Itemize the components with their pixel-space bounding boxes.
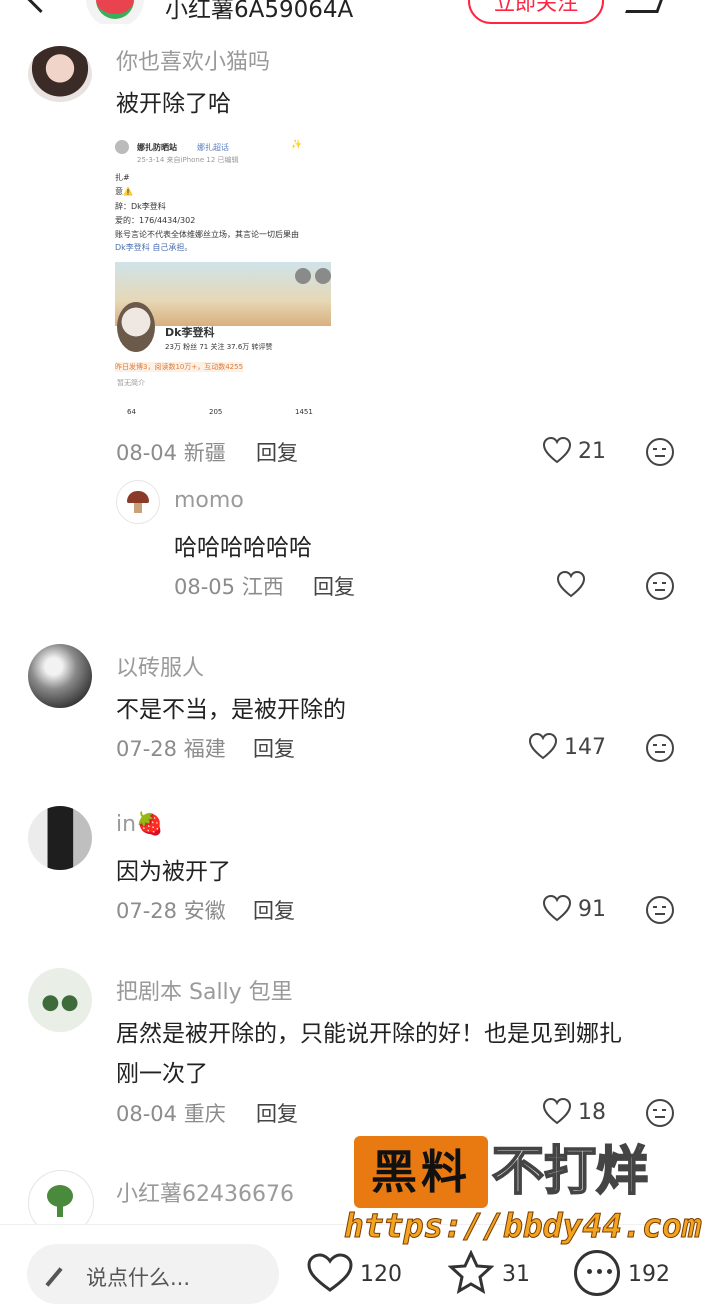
comment-location: 重庆 (183, 1102, 226, 1126)
like-icon[interactable] (306, 1252, 354, 1292)
comment-meta: 08-04 新疆 (116, 437, 226, 467)
comment-avatar[interactable] (28, 46, 92, 102)
image-activity: 昨日发博3，阅读数10万+，互动数4255 (115, 362, 244, 372)
comment-location: 安徽 (183, 899, 226, 923)
comment-location: 新疆 (183, 441, 226, 465)
comment-avatar[interactable] (28, 644, 92, 708)
follow-button[interactable]: 立即关注 (468, 0, 604, 24)
comment-text: 因为被开了 (116, 859, 231, 885)
image-search-icon (295, 268, 311, 284)
comment-username[interactable]: 小红薯62436676 (116, 1176, 294, 1208)
image-date-line: 25-3-14 来自iPhone 12 已编辑 (137, 156, 239, 164)
reply-button[interactable]: 回复 (256, 1098, 298, 1128)
author-name[interactable]: 小红薯6A59064A (165, 0, 353, 24)
like-count: 18 (578, 1100, 606, 1125)
share-icon[interactable] (625, 0, 668, 13)
emoji-icon[interactable] (646, 572, 674, 600)
comment-meta: 07-28 安徽 (116, 895, 226, 925)
image-line: 扎# (115, 173, 130, 182)
image-account-badge: 娜扎超话 (197, 143, 229, 152)
like-count: 21 (578, 439, 606, 464)
comment-date: 08-04 (116, 1102, 178, 1126)
image-comments: 205 (209, 408, 223, 416)
reply-button[interactable]: 回复 (253, 895, 295, 925)
star-icon[interactable] (447, 1249, 495, 1295)
reply-date: 08-05 (174, 575, 236, 599)
image-line: 爱的：176/4434/302 (115, 216, 196, 225)
heart-icon[interactable] (542, 1097, 572, 1125)
heart-icon[interactable] (542, 436, 572, 464)
top-header: 小红薯6A59064A 立即关注 (0, 0, 702, 24)
image-more-icon (315, 268, 331, 284)
broccoli-icon (47, 1185, 73, 1207)
comment-text-line: 刚一次了 (116, 1061, 208, 1087)
emoji-icon[interactable] (646, 1099, 674, 1127)
reply-meta: 08-05 江西 (174, 571, 284, 601)
comment-avatar[interactable] (28, 806, 92, 870)
emoji-icon[interactable] (646, 896, 674, 924)
image-profile-stats: 23万 粉丝 71 关注 37.6万 转评赞 (165, 343, 273, 351)
comment-avatar[interactable] (28, 968, 92, 1032)
image-line: 意⚠️ (115, 187, 133, 196)
image-likes: 1451 (295, 408, 313, 416)
watermark-logo: 黑料 (354, 1136, 488, 1208)
star-count: 31 (502, 1262, 530, 1287)
reply-username[interactable]: momo (174, 488, 244, 513)
comment-username[interactable]: 把剧本 Sally 包里 (116, 974, 293, 1006)
comment-input-placeholder: 说点什么... (86, 1266, 191, 1290)
comment-meta: 07-28 福建 (116, 733, 226, 763)
like-count: 147 (564, 735, 606, 760)
comment-date: 08-04 (116, 441, 178, 465)
comment-username[interactable]: 以砖服人 (116, 650, 204, 682)
emoji-icon[interactable] (646, 438, 674, 466)
emoji-icon[interactable] (646, 734, 674, 762)
comment-text: 被开除了哈 (116, 91, 231, 117)
comment-text: 不是不当，是被开除的 (116, 697, 346, 723)
back-arrow-icon[interactable] (19, 0, 62, 14)
image-account-name: 娜扎防晒站 (137, 143, 177, 152)
like-count: 120 (360, 1262, 402, 1287)
image-reposts: 64 (127, 408, 136, 416)
reply-button[interactable]: 回复 (313, 571, 355, 601)
comment-text-line: 居然是被开除的，只能说开除的好！也是见到娜扎 (116, 1021, 622, 1047)
image-sticker-icon: ✨ (291, 140, 303, 150)
comment-date: 07-28 (116, 737, 178, 761)
heart-icon[interactable] (556, 570, 586, 598)
comment-location: 福建 (183, 737, 226, 761)
image-line: Dk李登科 自己承担。 (115, 243, 193, 252)
mushroom-icon (127, 491, 149, 503)
watermark-url: https://bbdy44.com (344, 1206, 702, 1246)
comment-date: 07-28 (116, 899, 178, 923)
image-line: 辞：Dk李登科 (115, 202, 166, 211)
image-line: 账号言论不代表全体维娜丝立场，其言论一切后果由 (115, 230, 299, 239)
heart-icon[interactable] (542, 894, 572, 922)
comment-username[interactable]: in🍓 (116, 812, 163, 837)
reply-location: 江西 (241, 575, 284, 599)
image-account-avatar (115, 140, 129, 154)
image-bio: 暂无简介 (117, 379, 145, 387)
image-profile-name: Dk李登科 (165, 326, 215, 339)
image-profile-avatar (117, 302, 155, 352)
reply-text: 哈哈哈哈哈哈 (174, 535, 312, 561)
reply-button[interactable]: 回复 (256, 437, 298, 467)
comment-username[interactable]: 你也喜欢小猫吗 (116, 44, 270, 76)
comment-image[interactable]: 娜扎防晒站 娜扎超话 25-3-14 来自iPhone 12 已编辑 ✨ 扎# … (115, 134, 331, 426)
like-count: 91 (578, 897, 606, 922)
watermark-text: 不打烊 (491, 1141, 649, 1203)
heart-icon[interactable] (528, 732, 558, 760)
comment-count: 192 (628, 1262, 670, 1287)
reply-avatar[interactable] (116, 480, 160, 524)
comment-meta: 08-04 重庆 (116, 1098, 226, 1128)
reply-button[interactable]: 回复 (253, 733, 295, 763)
comment-icon[interactable] (574, 1250, 620, 1296)
